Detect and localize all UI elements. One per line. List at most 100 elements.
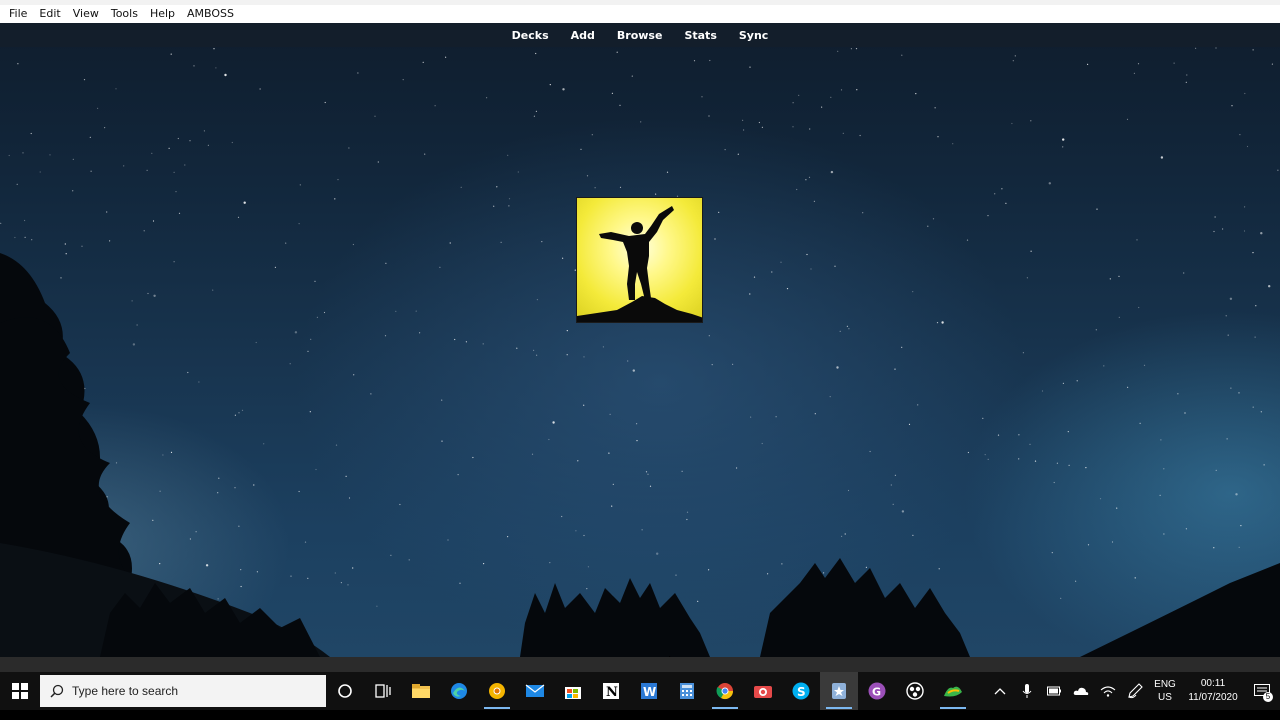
star — [441, 440, 443, 442]
star — [121, 585, 123, 587]
star — [1126, 118, 1129, 120]
start-button[interactable] — [0, 672, 40, 710]
star — [1030, 250, 1032, 252]
star — [562, 88, 565, 91]
star — [240, 569, 242, 571]
star — [109, 240, 111, 242]
star — [357, 72, 359, 74]
star — [1186, 74, 1188, 76]
star — [655, 193, 657, 195]
star — [645, 471, 648, 473]
star — [814, 413, 816, 415]
menu-edit[interactable]: Edit — [33, 5, 66, 23]
action-center-button[interactable]: 5 — [1244, 672, 1280, 710]
star — [1244, 206, 1246, 208]
toolbar-browse[interactable]: Browse — [606, 29, 674, 42]
calculator-icon[interactable] — [668, 672, 706, 710]
star — [299, 184, 301, 186]
wifi-icon[interactable] — [1094, 672, 1121, 710]
edge-icon[interactable] — [440, 672, 478, 710]
taskbar-search[interactable]: Type here to search — [40, 675, 326, 707]
star — [231, 141, 233, 144]
star — [399, 503, 401, 506]
star — [786, 288, 789, 290]
chevron-up-icon[interactable] — [986, 672, 1013, 710]
star — [566, 354, 568, 356]
skype-icon[interactable]: S — [782, 672, 820, 710]
mail-icon[interactable] — [516, 672, 554, 710]
star — [198, 381, 200, 383]
star — [855, 48, 858, 50]
menu-amboss[interactable]: AMBOSS — [181, 5, 240, 23]
clock[interactable]: 00:11 11/07/2020 — [1182, 677, 1244, 705]
star — [844, 533, 846, 535]
star — [562, 257, 564, 259]
star — [335, 444, 338, 446]
star — [374, 115, 376, 117]
star — [771, 271, 773, 273]
cortana-icon[interactable] — [326, 672, 364, 710]
star — [90, 170, 92, 172]
star — [195, 531, 197, 533]
star — [340, 582, 342, 584]
menu-tools[interactable]: Tools — [105, 5, 144, 23]
star — [640, 121, 642, 123]
star — [1062, 138, 1065, 141]
obs-icon[interactable] — [896, 672, 934, 710]
taskbar: Type here to search N W S G ENG US 00:11… — [0, 672, 1280, 710]
onedrive-icon[interactable] — [1067, 672, 1094, 710]
star — [941, 321, 944, 324]
star — [938, 568, 940, 570]
star — [810, 268, 812, 270]
star — [72, 450, 74, 453]
star — [177, 137, 179, 140]
toolbar-stats[interactable]: Stats — [673, 29, 727, 42]
battery-icon[interactable] — [1040, 672, 1067, 710]
toolbar-decks[interactable]: Decks — [501, 29, 560, 42]
chrome-icon[interactable] — [706, 672, 744, 710]
star — [0, 222, 2, 224]
star — [123, 165, 125, 167]
star — [994, 193, 996, 195]
star — [535, 110, 538, 112]
star — [441, 399, 443, 401]
notion-icon[interactable]: N — [592, 672, 630, 710]
camera-app-icon[interactable] — [744, 672, 782, 710]
onenote-icon[interactable]: G — [858, 672, 896, 710]
anki-icon[interactable] — [820, 672, 858, 710]
star — [24, 236, 26, 238]
star — [1018, 434, 1020, 436]
task-view-icon[interactable] — [364, 672, 402, 710]
star — [1213, 547, 1215, 549]
store-icon[interactable] — [554, 672, 592, 710]
star — [1068, 464, 1070, 466]
star — [583, 534, 585, 537]
star — [533, 349, 535, 351]
menu-view[interactable]: View — [67, 5, 105, 23]
star — [743, 129, 745, 131]
microphone-icon[interactable] — [1013, 672, 1040, 710]
menu-help[interactable]: Help — [144, 5, 181, 23]
word-icon[interactable]: W — [630, 672, 668, 710]
star — [37, 362, 39, 364]
star — [1136, 239, 1138, 241]
toolbar-add[interactable]: Add — [560, 29, 606, 42]
star — [901, 54, 903, 56]
toolbar-sync[interactable]: Sync — [728, 29, 779, 42]
star — [701, 96, 703, 98]
star — [434, 105, 436, 107]
star — [1260, 232, 1263, 235]
star — [908, 423, 911, 425]
file-explorer-icon[interactable] — [402, 672, 440, 710]
menu-file[interactable]: File — [3, 5, 33, 23]
star — [1231, 105, 1233, 107]
language-indicator[interactable]: ENG US — [1148, 678, 1182, 704]
star — [8, 154, 10, 157]
star — [830, 96, 832, 98]
star — [609, 413, 611, 415]
chrome-canary-icon[interactable] — [478, 672, 516, 710]
maps-icon[interactable] — [934, 672, 972, 710]
pen-icon[interactable] — [1121, 672, 1148, 710]
star — [136, 324, 138, 326]
star — [837, 50, 839, 52]
